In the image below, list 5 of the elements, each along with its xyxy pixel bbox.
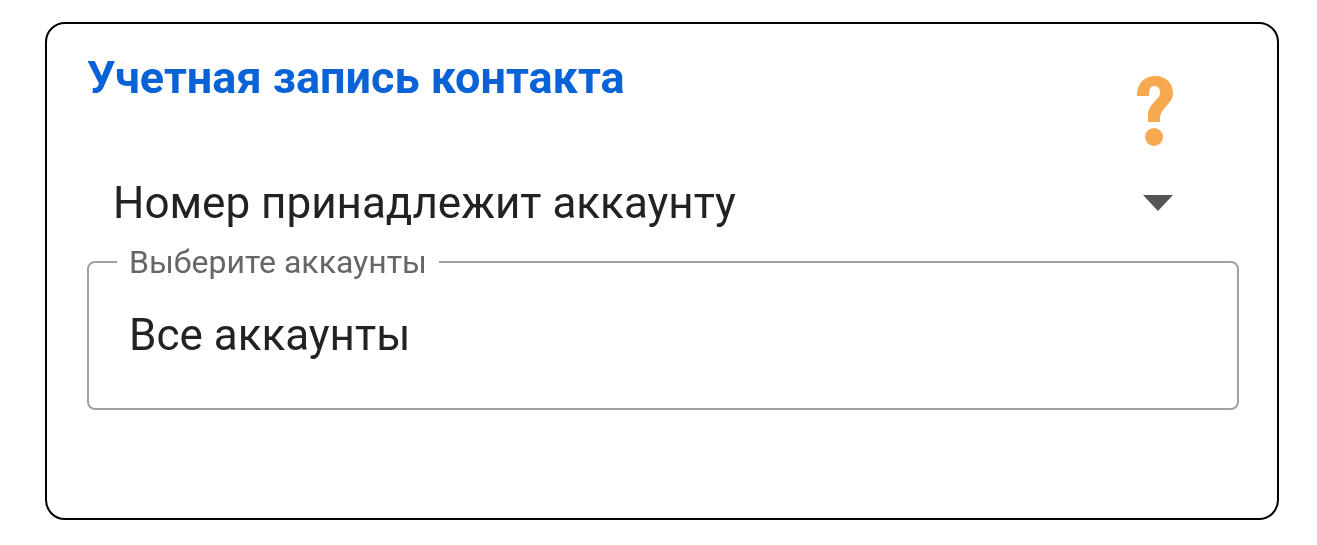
caret-icon <box>1143 195 1173 211</box>
dropdown[interactable]: Номер принадлежит аккаунту <box>113 168 1173 238</box>
field-label: Выберите аккаунты <box>128 244 428 280</box>
field-value: Все аккаунты <box>129 308 412 363</box>
card-title: Учетная запись контакта <box>87 50 625 106</box>
